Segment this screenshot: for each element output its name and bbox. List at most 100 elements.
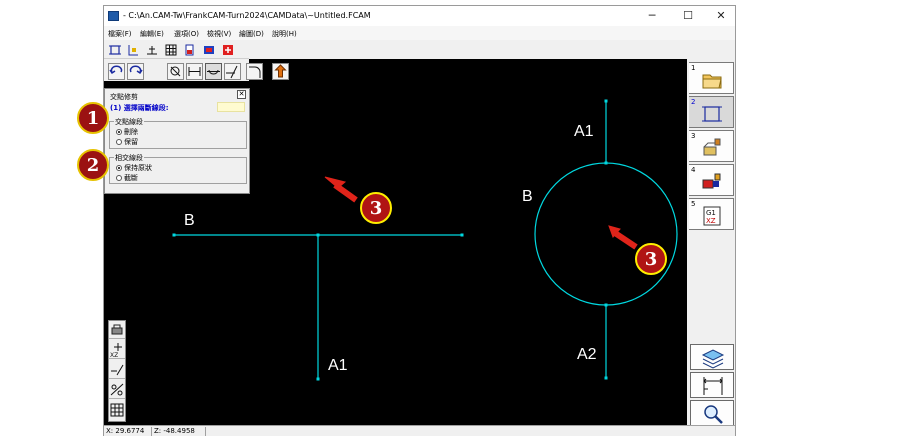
tab-gcode[interactable]: 5 G1 XZ — [689, 198, 734, 230]
prompt-input[interactable] — [217, 102, 245, 112]
endpoint-marker — [316, 377, 320, 381]
menu-help[interactable]: 說明(H) — [272, 29, 297, 39]
label-a1-left: A1 — [328, 357, 348, 374]
exit-arrow-icon — [274, 64, 287, 78]
left-tool-4[interactable] — [109, 381, 125, 399]
menu-view[interactable]: 檢視(V) — [207, 29, 231, 39]
title-bar: - C:\An.CAM-Tw\FrankCAM-Turn2024\CAMData… — [104, 6, 735, 26]
exit-button[interactable] — [272, 63, 289, 80]
zoom-button[interactable] — [690, 400, 734, 426]
menu-options[interactable]: 選項(O) — [174, 29, 199, 39]
rectangle-select-icon — [702, 106, 722, 122]
layers-button[interactable] — [690, 344, 734, 370]
endpoint-marker — [604, 303, 608, 307]
endpoint-marker — [316, 233, 320, 237]
left-tool-1[interactable] — [109, 321, 125, 339]
undo-icon — [109, 65, 123, 75]
grid-icon[interactable] — [164, 43, 178, 57]
radio-dot — [116, 129, 122, 135]
tool-holder-icon — [702, 173, 721, 189]
right-tab-panel: 1 2 3 4 5 G1 XZ — [687, 59, 735, 426]
point-icon[interactable] — [126, 43, 140, 57]
endpoint-marker — [604, 376, 608, 380]
measure-icon — [110, 383, 124, 396]
status-x: X: 29.6774 — [104, 427, 152, 436]
left-tool-5[interactable] — [109, 401, 125, 419]
chuck-icon[interactable] — [202, 43, 216, 57]
radio-dot — [116, 139, 122, 145]
undo-button[interactable] — [108, 63, 125, 80]
arrow-left-shaft — [333, 182, 358, 203]
left-tool-2[interactable]: XZ — [109, 341, 125, 359]
radio-dot — [116, 165, 122, 171]
circle-b[interactable] — [534, 162, 678, 306]
trim-between-button[interactable] — [186, 63, 203, 80]
menu-file[interactable]: 檔案(F) — [108, 29, 132, 39]
part-setup-icon — [703, 138, 721, 156]
baseline-icon[interactable] — [145, 43, 159, 57]
tab-number: 1 — [691, 64, 696, 72]
label-b-left: B — [184, 212, 195, 229]
app-window: - C:\An.CAM-Tw\FrankCAM-Turn2024\CAMData… — [103, 5, 736, 436]
redo-button[interactable] — [127, 63, 144, 80]
window-title: - C:\An.CAM-Tw\FrankCAM-Turn2024\CAMData… — [123, 11, 371, 20]
endpoint-marker — [604, 99, 608, 103]
radio-delete-label: 刪除 — [124, 128, 138, 136]
minimize-button[interactable]: ─ — [641, 9, 663, 23]
redo-icon — [129, 65, 143, 75]
radio-cut[interactable]: 截斷 — [116, 173, 138, 183]
eraser-icon — [170, 66, 181, 77]
radio-cut-label: 截斷 — [124, 174, 138, 182]
trim-intersect-icon — [207, 69, 220, 75]
layers-icon — [701, 349, 725, 369]
menu-draw[interactable]: 繪圖(D) — [239, 29, 264, 39]
dimension-button[interactable] — [690, 372, 734, 398]
left-tool-3[interactable] — [109, 361, 125, 379]
maximize-button[interactable]: ☐ — [677, 9, 699, 23]
tab-tools[interactable]: 4 — [689, 164, 734, 196]
fillet-icon — [249, 66, 261, 78]
trim-intersect-button[interactable] — [205, 63, 222, 80]
folder-icon — [702, 74, 722, 89]
trim-panel: 交點修剪 ✕ (1) 選擇兩斷線段: 交點線段 刪除 保留 相交線段 保持原狀 … — [104, 88, 250, 194]
trim-extend-button[interactable] — [224, 63, 241, 80]
group-intersection-segment: 交點線段 刪除 保留 — [109, 117, 247, 149]
machine-icon — [111, 324, 123, 335]
stock-icon[interactable] — [183, 43, 197, 57]
arrow-right-shaft — [613, 230, 638, 250]
close-button[interactable]: ✕ — [710, 9, 732, 23]
gcode-icon: G1XZ — [703, 206, 721, 226]
tab-geometry[interactable]: 2 — [689, 96, 734, 128]
group1-label: 交點線段 — [114, 117, 144, 127]
origin-icon[interactable] — [221, 43, 235, 57]
radio-dot — [116, 175, 122, 181]
panel-title: 交點修剪 — [110, 93, 138, 101]
radio-keep-original-label: 保持原狀 — [124, 164, 152, 172]
endpoint-marker — [460, 233, 464, 237]
panel-close-button[interactable]: ✕ — [237, 90, 246, 99]
line-icon — [111, 364, 124, 376]
endpoint-marker — [604, 161, 608, 165]
tab-number: 2 — [691, 98, 696, 106]
dimension-icon — [703, 377, 723, 395]
zoom-icon — [704, 405, 723, 424]
fillet-button[interactable] — [246, 63, 263, 80]
tab-setup[interactable]: 3 — [689, 130, 734, 162]
radio-keep-original[interactable]: 保持原狀 — [116, 163, 152, 173]
label-a2-right: A2 — [577, 346, 597, 363]
group2-label: 相交線段 — [114, 153, 144, 163]
select-window-icon[interactable] — [108, 43, 122, 57]
label-b-right: B — [522, 188, 533, 205]
tab-file[interactable]: 1 — [689, 62, 734, 94]
svg-text:G1: G1 — [706, 209, 716, 217]
callout-3-right: 3 — [635, 243, 667, 275]
callout-1: 1 — [77, 102, 109, 134]
delete-button[interactable] — [167, 63, 184, 80]
radio-keep-label: 保留 — [124, 138, 138, 146]
radio-delete[interactable]: 刪除 — [116, 127, 138, 137]
xz-axis-icon: XZ — [110, 343, 122, 359]
radio-keep[interactable]: 保留 — [116, 137, 138, 147]
svg-text:XZ: XZ — [706, 217, 716, 225]
menu-edit[interactable]: 編輯(E) — [140, 29, 164, 39]
menu-bar: 檔案(F) 編輯(E) 選項(O) 檢視(V) 繪圖(D) 說明(H) — [104, 26, 735, 40]
